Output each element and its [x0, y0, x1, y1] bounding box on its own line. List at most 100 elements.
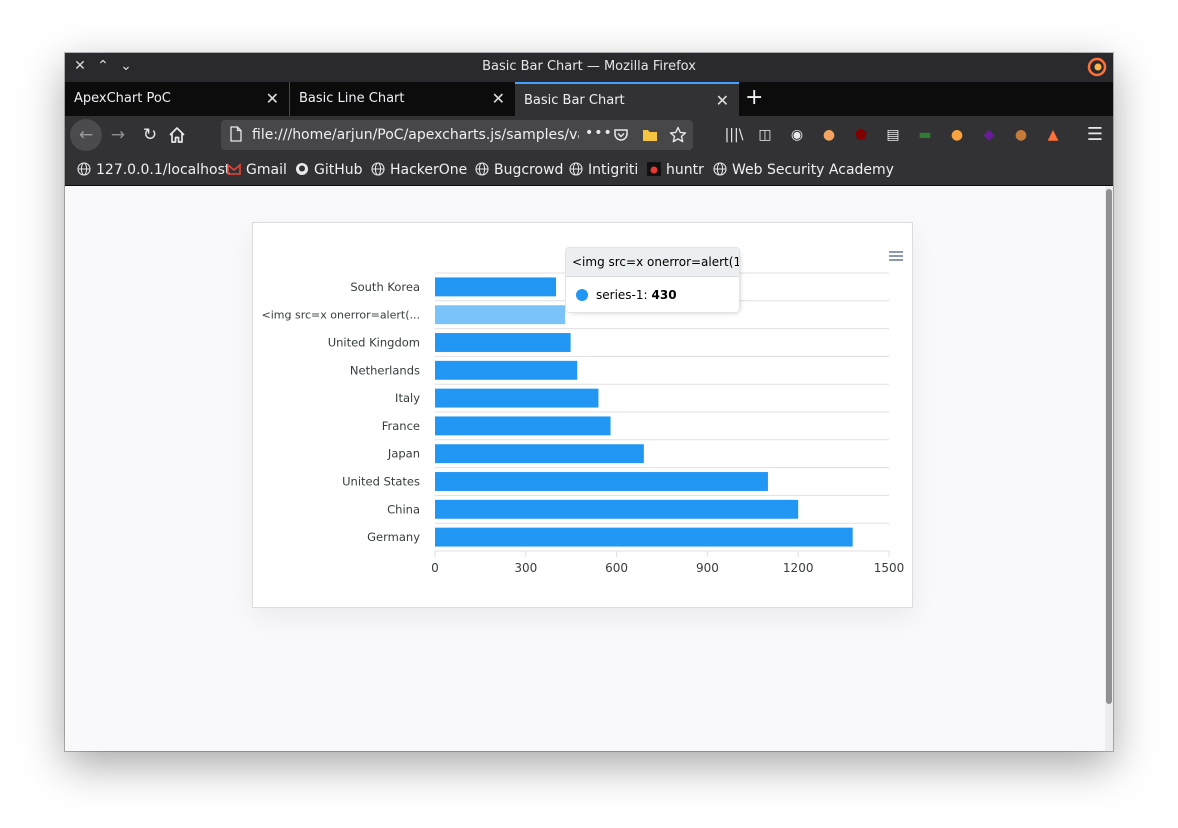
- url-text[interactable]: file:///home/arjun/PoC/apexcharts.js/sam…: [252, 127, 579, 143]
- home-icon[interactable]: [168, 126, 186, 144]
- globe-icon: [371, 162, 385, 176]
- title-bar: ✕ ⌃ ⌄ Basic Bar Chart — Mozilla Firefox: [65, 53, 1113, 82]
- close-tab-icon[interactable]: ✕: [492, 89, 505, 108]
- sidebar-icon[interactable]: ◫: [755, 125, 775, 145]
- globe-icon: [569, 162, 583, 176]
- extension-3-icon[interactable]: ▤: [883, 125, 903, 145]
- tab-label: Basic Bar Chart: [524, 93, 625, 108]
- tab-apexchart-poc[interactable]: ApexChart PoC ✕: [65, 82, 290, 116]
- ublock-origin-icon[interactable]: ⬟: [851, 125, 871, 145]
- bookmark-label: Web Security Academy: [732, 162, 894, 178]
- globe-icon: [475, 162, 489, 176]
- category-label: France: [382, 419, 420, 433]
- back-arrow-icon[interactable]: ←: [70, 119, 102, 151]
- bar[interactable]: [435, 527, 853, 547]
- hamburger-menu-icon[interactable]: ☰: [1087, 124, 1103, 145]
- close-tab-icon[interactable]: ✕: [266, 89, 279, 108]
- bookmark-github[interactable]: GitHub: [295, 162, 363, 178]
- bookmark-localhost[interactable]: 127.0.0.1/localhost: [77, 162, 230, 178]
- category-label: United States: [342, 475, 420, 489]
- bookmark-label: Gmail: [246, 162, 287, 178]
- tab-strip: ApexChart PoC ✕ Basic Line Chart ✕ Basic…: [65, 82, 1113, 116]
- x-tick-label: 1500: [874, 561, 905, 575]
- tooltip-title: <img src=x onerror=alert(1)>: [566, 248, 739, 277]
- bookmark-bugcrowd[interactable]: Bugcrowd: [475, 162, 563, 178]
- globe-icon: [77, 162, 91, 176]
- bookmark-label: huntr: [666, 162, 704, 178]
- pocket-icon[interactable]: [613, 127, 629, 143]
- navigation-toolbar: ← → ↻ file:///home/arjun/PoC/apexcharts.…: [65, 116, 1113, 154]
- reload-icon[interactable]: ↻: [136, 122, 164, 148]
- extension-8-icon[interactable]: ▲: [1043, 125, 1063, 145]
- page-scrollbar[interactable]: [1105, 186, 1113, 751]
- category-label: China: [387, 502, 420, 516]
- browser-window: ✕ ⌃ ⌄ Basic Bar Chart — Mozilla Firefox …: [65, 53, 1113, 751]
- bar[interactable]: [435, 277, 557, 297]
- page-content: South Korea <img src=x onerror=alert(... U…: [65, 186, 1105, 751]
- forward-arrow-icon[interactable]: →: [104, 122, 132, 148]
- firefox-logo-icon: [1087, 57, 1107, 77]
- page-actions-icon[interactable]: •••: [585, 125, 613, 141]
- bookmark-intigriti[interactable]: Intigriti: [569, 162, 638, 178]
- tab-label: ApexChart PoC: [74, 91, 171, 106]
- bookmark-label: 127.0.0.1/localhost: [96, 162, 231, 178]
- cookie-extension-icon[interactable]: ●: [1011, 125, 1031, 145]
- x-tick-label: 0: [431, 561, 439, 575]
- category-label: Germany: [367, 530, 420, 544]
- close-tab-icon[interactable]: ✕: [716, 91, 729, 110]
- extension-6-icon[interactable]: ◆: [979, 125, 999, 145]
- bar[interactable]: [435, 360, 578, 380]
- new-tab-icon[interactable]: +: [745, 85, 763, 110]
- chart-tooltip: <img src=x onerror=alert(1)> series-1: 43…: [565, 247, 740, 313]
- extension-4-icon[interactable]: ▬: [915, 125, 935, 145]
- library-icon[interactable]: |||\: [724, 125, 744, 145]
- tooltip-value: 430: [651, 288, 677, 302]
- chart-menu-icon[interactable]: [888, 249, 904, 263]
- bookmark-star-icon[interactable]: [669, 126, 687, 144]
- bar[interactable]: [435, 305, 566, 325]
- bookmarks-toolbar: 127.0.0.1/localhost Gmail GitHub HackerO…: [65, 154, 1113, 186]
- chart-container: South Korea <img src=x onerror=alert(... U…: [252, 222, 913, 608]
- bookmark-huntr[interactable]: huntr: [647, 162, 704, 178]
- globe-icon: [713, 162, 727, 176]
- address-bar[interactable]: file:///home/arjun/PoC/apexcharts.js/sam…: [221, 120, 693, 150]
- account-icon[interactable]: ◉: [787, 125, 807, 145]
- extension-1-icon[interactable]: ●: [819, 125, 839, 145]
- github-icon: [296, 163, 308, 175]
- tab-basic-line-chart[interactable]: Basic Line Chart ✕: [290, 82, 515, 116]
- tab-basic-bar-chart[interactable]: Basic Bar Chart ✕: [515, 82, 739, 116]
- x-tick-label: 600: [605, 561, 628, 575]
- bar[interactable]: [435, 416, 611, 436]
- tooltip-series-label: series-1:: [596, 288, 648, 302]
- bookmark-gmail[interactable]: Gmail: [227, 162, 287, 178]
- window-title: Basic Bar Chart — Mozilla Firefox: [482, 59, 696, 74]
- category-label: Netherlands: [350, 363, 420, 377]
- bar[interactable]: [435, 499, 799, 519]
- gmail-icon: [227, 163, 241, 175]
- scrollbar-thumb[interactable]: [1106, 189, 1112, 704]
- huntr-icon: [647, 162, 661, 176]
- bookmark-label: Bugcrowd: [494, 162, 564, 178]
- tooltip-series-row: series-1: 430: [576, 288, 677, 302]
- x-tick-label: 300: [514, 561, 537, 575]
- bookmark-label: GitHub: [314, 162, 363, 178]
- bar[interactable]: [435, 388, 599, 408]
- bookmark-label: Intigriti: [588, 162, 639, 178]
- page-icon: [230, 126, 242, 142]
- bookmark-web-security-academy[interactable]: Web Security Academy: [713, 162, 894, 178]
- series-marker-icon: [576, 289, 588, 301]
- bookmark-label: HackerOne: [390, 162, 468, 178]
- category-label: Japan: [387, 447, 420, 461]
- category-label: United Kingdom: [328, 336, 420, 350]
- bar[interactable]: [435, 472, 768, 491]
- bookmark-hackerone[interactable]: HackerOne: [371, 162, 467, 178]
- x-tick-label: 900: [696, 561, 719, 575]
- category-label: <img src=x onerror=alert(...: [262, 309, 420, 322]
- bar[interactable]: [435, 444, 644, 464]
- folder-icon[interactable]: [642, 128, 658, 142]
- bar[interactable]: [435, 333, 571, 352]
- category-label: Italy: [395, 391, 420, 405]
- tab-label: Basic Line Chart: [299, 91, 405, 106]
- category-label: South Korea: [350, 280, 420, 294]
- extension-5-icon[interactable]: ●: [947, 125, 967, 145]
